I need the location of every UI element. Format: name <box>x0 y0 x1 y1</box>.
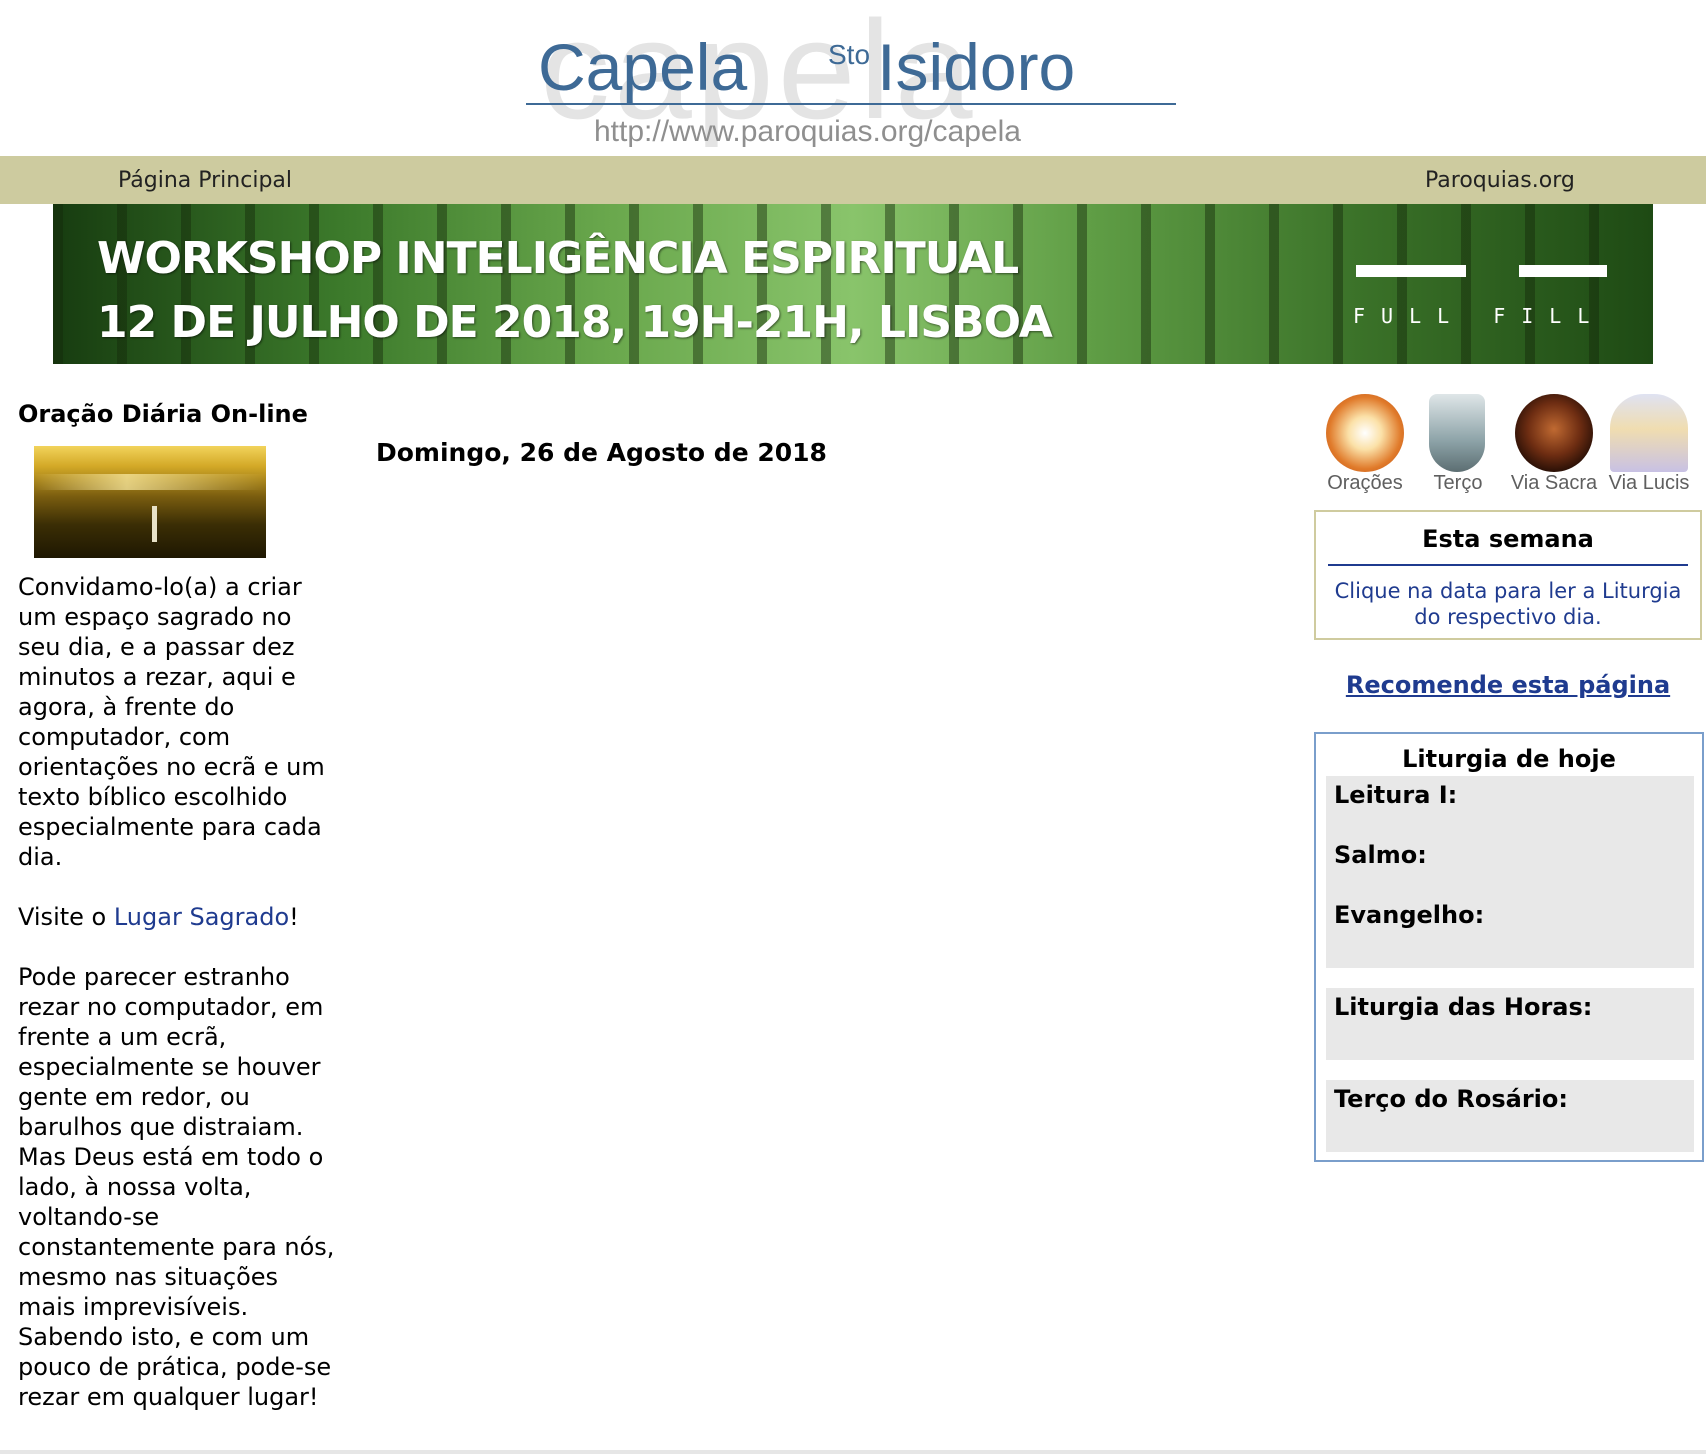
site-header: capela Capela Isidoro Sto http://www.paro… <box>0 0 1706 156</box>
visit-paragraph: Visite o Lugar Sagrado! <box>18 902 338 932</box>
logo-underline <box>526 103 1176 105</box>
banner-brand-name: FULL FILL <box>1353 304 1606 328</box>
nav-paroquias-link[interactable]: Paroquias.org <box>1425 168 1575 194</box>
sea-sparkle <box>34 474 266 490</box>
dove-icon <box>1326 394 1404 472</box>
via-sacra-label: Via Sacra <box>1510 472 1598 494</box>
daily-prayer-sidebar: Oração Diária On-line Convidamo-lo(a) a … <box>18 398 338 1411</box>
psalm-label[interactable]: Salmo: <box>1334 840 1427 870</box>
terco-label: Terço <box>1433 472 1483 494</box>
banner-brand-mark-right <box>1519 265 1607 277</box>
this-week-instructions[interactable]: Clique na data para ler a Liturgia do re… <box>1324 578 1692 630</box>
rosary-label[interactable]: Terço do Rosário: <box>1334 1084 1568 1114</box>
oracoes-label: Orações <box>1327 472 1403 494</box>
rosary-icon <box>1429 394 1485 472</box>
recommend-page-link[interactable]: Recomende esta página <box>1314 670 1702 700</box>
sea-figure <box>152 506 157 542</box>
reading-one-label[interactable]: Leitura I: <box>1334 780 1457 810</box>
gospel-label[interactable]: Evangelho: <box>1334 900 1484 930</box>
terco-link[interactable]: Terço <box>1413 392 1503 502</box>
lugar-sagrado-link[interactable]: Lugar Sagrado <box>114 903 289 931</box>
via-lucis-link[interactable]: Via Lucis <box>1604 392 1694 502</box>
explanation-paragraph: Pode parecer estranho rezar no computado… <box>18 963 335 1411</box>
this-week-title: Esta semana <box>1422 525 1594 553</box>
daily-prayer-heading: Oração Diária On-line <box>18 400 308 428</box>
visit-suffix: ! <box>289 903 299 931</box>
rosary-block: Terço do Rosário: <box>1326 1080 1694 1152</box>
via-sacra-link[interactable]: Via Sacra <box>1509 392 1599 502</box>
liturgy-today-title: Liturgia de hoje <box>1402 745 1616 773</box>
liturgy-hours-label[interactable]: Liturgia das Horas: <box>1334 992 1592 1022</box>
page-bottom-border <box>0 1450 1706 1454</box>
nav-bar: Página Principal Paroquias.org <box>0 156 1706 204</box>
this-week-divider <box>1328 564 1688 566</box>
logo-sto: Sto <box>828 39 871 70</box>
liturgy-today-box: Liturgia de hoje Leitura I: Salmo: Evang… <box>1314 732 1704 1162</box>
current-date: Domingo, 26 de Agosto de 2018 <box>376 438 827 467</box>
christ-face-icon <box>1515 394 1593 472</box>
daily-prayer-text: Convidamo-lo(a) a criar um espaço sagrad… <box>18 572 338 1442</box>
banner-brand-mark-left <box>1356 265 1466 277</box>
logo-url: http://www.paroquias.org/capela <box>594 115 1021 148</box>
resurrection-icon <box>1610 394 1688 472</box>
daily-prayer-image[interactable] <box>34 446 266 558</box>
visit-prefix: Visite o <box>18 903 114 931</box>
readings-block: Leitura I: Salmo: Evangelho: <box>1326 776 1694 968</box>
banner-headline: WORKSHOP INTELIGÊNCIA ESPIRITUAL <box>97 233 1019 284</box>
hours-block: Liturgia das Horas: <box>1326 988 1694 1060</box>
site-logo[interactable]: capela Capela Isidoro Sto http://www.paro… <box>520 0 1190 152</box>
prayer-icons: Orações Terço Via Sacra Via Lucis <box>1320 392 1700 502</box>
oracoes-link[interactable]: Orações <box>1320 392 1410 502</box>
logo-title: Capela Isidoro <box>538 32 1075 102</box>
banner-subheadline: 12 DE JULHO DE 2018, 19H-21H, LISBOA <box>97 297 1053 348</box>
nav-home-link[interactable]: Página Principal <box>118 168 292 194</box>
this-week-box: Esta semana Clique na data para ler a Li… <box>1314 510 1702 640</box>
intro-paragraph: Convidamo-lo(a) a criar um espaço sagrad… <box>18 573 325 871</box>
via-lucis-label: Via Lucis <box>1608 472 1690 494</box>
logo-title-main: Capela <box>538 30 748 104</box>
logo-title-suffix: Isidoro <box>877 30 1076 104</box>
workshop-banner[interactable]: WORKSHOP INTELIGÊNCIA ESPIRITUAL 12 DE J… <box>53 204 1653 364</box>
